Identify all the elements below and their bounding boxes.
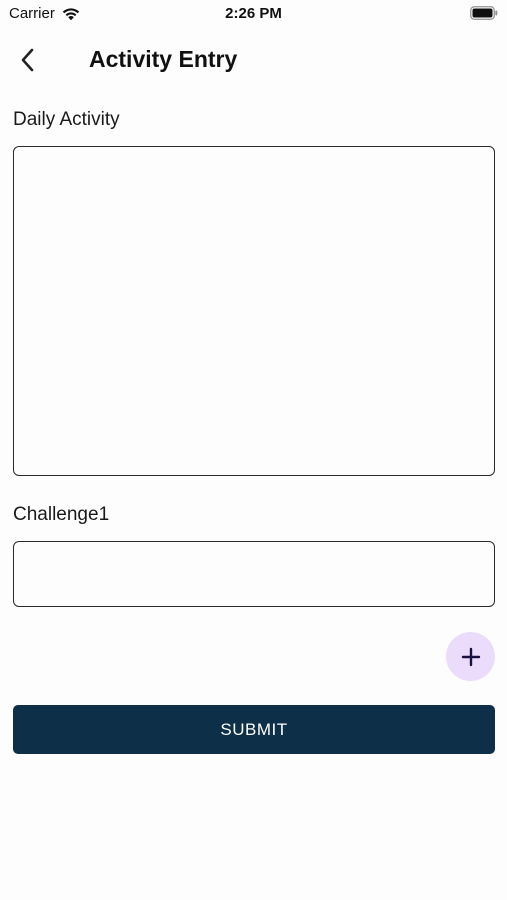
plus-icon: [461, 647, 480, 666]
chevron-left-icon: [21, 48, 34, 72]
battery-icon: [470, 6, 498, 20]
daily-activity-label: Daily Activity: [13, 109, 120, 130]
page-title: Activity Entry: [89, 46, 238, 72]
add-challenge-button[interactable]: [446, 632, 495, 681]
header: Activity Entry: [0, 38, 507, 84]
challenge-input[interactable]: [13, 541, 495, 607]
status-bar: Carrier 2:26 PM: [0, 0, 507, 28]
activity-entry-screen: Carrier 2:26 PM Activity Entry Daily Act…: [0, 0, 507, 900]
status-time: 2:26 PM: [225, 5, 282, 22]
daily-activity-textarea[interactable]: [13, 146, 495, 476]
submit-button[interactable]: SUBMIT: [13, 705, 495, 754]
challenge-label: Challenge1: [13, 504, 110, 525]
back-button[interactable]: [12, 44, 44, 76]
